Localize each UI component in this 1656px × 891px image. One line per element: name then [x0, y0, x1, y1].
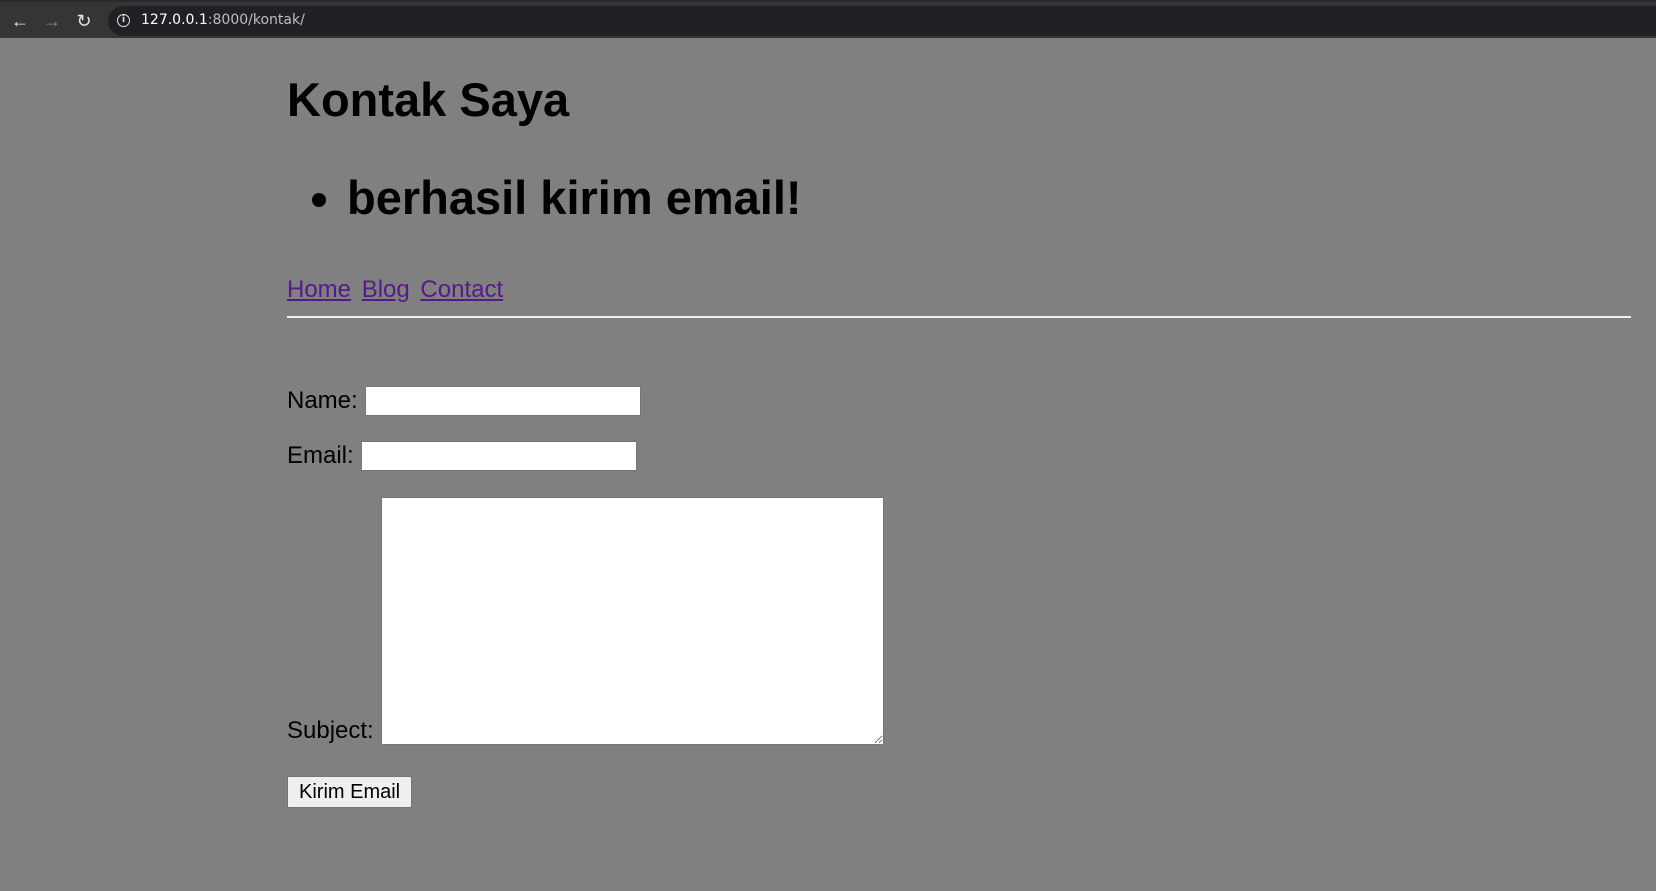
url-host: 127.0.0.1 — [141, 12, 208, 28]
email-row: Email: — [287, 441, 637, 471]
nav-link-blog[interactable]: Blog — [362, 276, 410, 303]
site-info-icon[interactable]: i — [117, 14, 130, 27]
success-message: berhasil kirim email! — [347, 170, 802, 225]
send-email-button[interactable]: Kirim Email — [287, 776, 413, 808]
email-input[interactable] — [360, 441, 637, 471]
subject-textarea[interactable] — [380, 497, 884, 745]
message-list: berhasil kirim email! — [287, 170, 802, 225]
url-path: :8000/kontak/ — [207, 12, 305, 28]
subject-label: Subject: — [287, 717, 374, 744]
nav-link-contact[interactable]: Contact — [420, 276, 503, 303]
page-title: Kontak Saya — [287, 73, 570, 126]
url-text[interactable]: 127.0.0.1:8000/kontak/ — [141, 12, 305, 28]
horizontal-rule — [287, 316, 1631, 318]
forward-arrow-icon[interactable]: → — [40, 10, 64, 32]
email-label: Email: — [287, 442, 354, 469]
name-label: Name: — [287, 387, 358, 414]
name-input[interactable] — [364, 386, 641, 416]
name-row: Name: — [287, 386, 641, 416]
address-bar[interactable]: i 127.0.0.1:8000/kontak/ — [108, 6, 1656, 36]
browser-toolbar: ← → ↻ i 127.0.0.1:8000/kontak/ — [0, 0, 1656, 38]
nav-links: Home Blog Contact — [287, 276, 507, 304]
nav-link-home[interactable]: Home — [287, 276, 351, 303]
back-arrow-icon[interactable]: ← — [8, 10, 32, 32]
subject-row: Subject: — [287, 497, 884, 745]
reload-icon[interactable]: ↻ — [72, 10, 96, 32]
